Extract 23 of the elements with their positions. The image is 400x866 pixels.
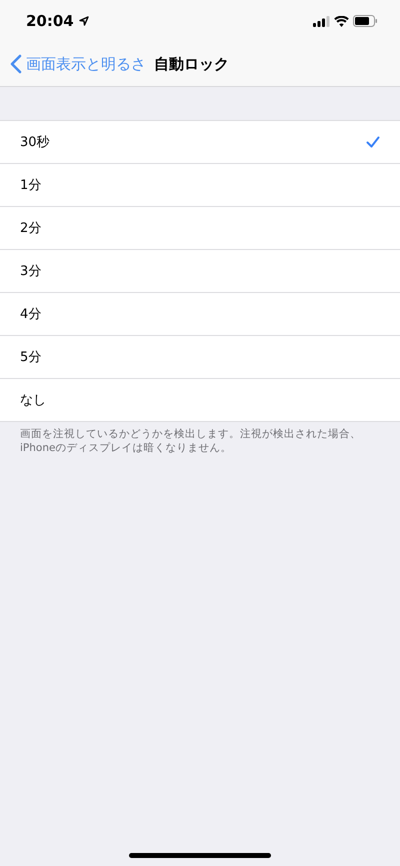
- option-label: 4分: [20, 306, 42, 323]
- signal-icon: [313, 16, 330, 26]
- option-label: 3分: [20, 263, 42, 280]
- option-label: 30秒: [20, 134, 50, 151]
- checkmark-icon: [366, 136, 380, 148]
- option-label: 5分: [20, 349, 42, 366]
- option-label: なし: [20, 392, 46, 409]
- option-row[interactable]: 3分: [0, 249, 400, 292]
- option-row[interactable]: 5分: [0, 335, 400, 378]
- option-label: 2分: [20, 220, 42, 237]
- battery-icon: [353, 15, 378, 27]
- footer-note: 画面を注視しているかどうかを検出します。注視が検出された場合、iPhoneのディスプレイは暗くなりません。: [19, 427, 362, 456]
- option-row[interactable]: 4分: [0, 292, 400, 335]
- wifi-icon: [334, 16, 349, 26]
- option-row[interactable]: 30秒: [0, 121, 400, 163]
- option-row[interactable]: なし: [0, 378, 400, 421]
- option-row[interactable]: 1分: [0, 163, 400, 206]
- location-icon: [78, 16, 89, 26]
- page-title: 自動ロック: [154, 54, 229, 74]
- option-row[interactable]: 2分: [0, 206, 400, 249]
- status-time: 20:04: [26, 12, 74, 30]
- chevron-icon: [10, 54, 22, 74]
- option-label: 1分: [20, 177, 42, 194]
